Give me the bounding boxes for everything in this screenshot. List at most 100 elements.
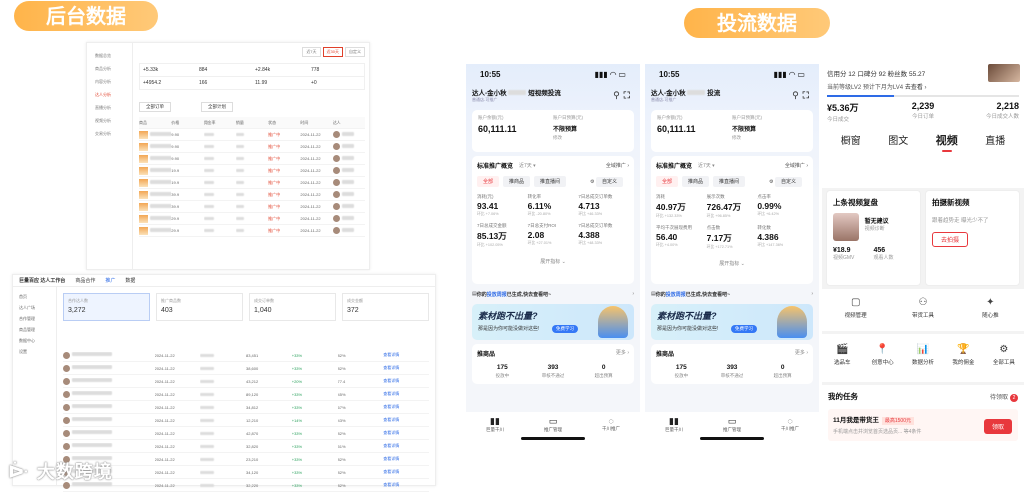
weekly-report-notice[interactable]: ▤ 你的 投放周报 已生成,快去查看吧~ ›	[472, 288, 634, 300]
sidebar-item[interactable]: 首页	[13, 291, 56, 302]
sidebar-item[interactable]: 合作管理	[13, 313, 56, 324]
table-row[interactable]: 9.90 推广中 2024-11-22	[139, 129, 365, 141]
video-review-card[interactable]: 上条视频复盘 暂无建议 视频诊断 ¥18.9 视频GMV 456 观看人数	[826, 190, 921, 286]
rec-stat[interactable]: 393 审核不通过	[528, 364, 579, 379]
tool-item[interactable]: ▢ 视频管理	[822, 297, 889, 331]
chip-product[interactable]: 推商品	[682, 176, 710, 187]
edit-budget-link[interactable]: 修改	[732, 135, 807, 141]
chip-all[interactable]: 全部	[656, 176, 679, 187]
tool-item[interactable]: ⚙ 全部工具	[984, 344, 1024, 382]
claim-button[interactable]: 领取	[983, 419, 1012, 434]
tab-qianchuan[interactable]: ▮▮ 巨量千川	[466, 416, 524, 442]
tab-live[interactable]: 直播	[985, 132, 1005, 152]
expand-metrics[interactable]: 展开指标 ⌄	[477, 258, 629, 265]
promo-banner[interactable]: 素材跑不出量? 那是因为你可能没做对这些! 免费学习	[651, 304, 813, 340]
summary-card[interactable]: 合作达人数 3,272	[63, 293, 150, 321]
all-ads-link[interactable]: 全域推广 ›	[606, 162, 629, 169]
shoot-video-card[interactable]: 拍摄新视频 跟着趋势走 曝光少不了 去拍摄	[925, 190, 1020, 286]
task-claim-link[interactable]: 待领取 2	[990, 392, 1018, 402]
tool-item[interactable]: 📊 数据分析	[903, 344, 943, 382]
tool-item[interactable]: ✦ 随心推	[957, 297, 1024, 331]
sidebar-item[interactable]: 视频分析	[87, 114, 132, 127]
table-row[interactable]: 29.9 推广中 2024-11-22	[139, 213, 365, 225]
detail-link[interactable]: 查看详情	[383, 352, 429, 358]
promo-banner[interactable]: 素材跑不出量? 那是因为你可能没做对这些! 免费学习	[472, 304, 634, 340]
table-row[interactable]: 2024-11-22 23,210 +33% 82% 查看详情	[63, 453, 429, 466]
table-row[interactable]: 2024-11-22 34,812 +33% 67% 查看详情	[63, 401, 429, 414]
rec-stat[interactable]: 0 超出预算	[578, 364, 629, 379]
tab-custom[interactable]: 自定义	[345, 47, 365, 57]
table-row[interactable]: 9.90 推广中 2024-11-22	[139, 153, 365, 165]
tool-item[interactable]: 📍 创意中心	[862, 344, 902, 382]
table-row[interactable]: 39.9 推广中 2024-11-22	[139, 201, 365, 213]
rec-stat[interactable]: 175 投放中	[477, 364, 528, 379]
table-row[interactable]: 2024-11-22 38,600 +33% 82% 查看详情	[63, 362, 429, 375]
tab-promote[interactable]: ◌ 千川推广	[761, 416, 819, 442]
table-row[interactable]: 29.9 推广中 2024-11-22	[139, 225, 365, 237]
detail-link[interactable]: 查看详情	[383, 469, 429, 475]
sidebar-item[interactable]: 数据中心	[13, 335, 56, 346]
customize-button[interactable]: ⚙ 自定义	[584, 176, 629, 187]
tab-promote[interactable]: ◌ 千川推广	[582, 416, 640, 442]
shoot-button[interactable]: 去拍摄	[932, 232, 969, 247]
chip-live[interactable]: 推直播间	[534, 176, 567, 187]
summary-card[interactable]: 成交金额 372	[342, 293, 429, 321]
detail-link[interactable]: 查看详情	[383, 417, 429, 423]
avatar[interactable]	[988, 64, 1020, 82]
tab-qianchuan[interactable]: ▮▮ 巨量千川	[645, 416, 703, 442]
table-row[interactable]: 2024-11-22 83,451 +33% 82% 查看详情	[63, 349, 429, 362]
more-link[interactable]: 更多 ›	[795, 349, 808, 358]
table-row[interactable]: 2024-11-22 32,220 +33% 82% 查看详情	[63, 479, 429, 492]
summary-card[interactable]: 成交订单数 1,040	[249, 293, 336, 321]
table-row[interactable]: 2024-11-22 34,120 +33% 82% 查看详情	[63, 466, 429, 479]
rec-stat[interactable]: 393 审核不通过	[707, 364, 758, 379]
more-link[interactable]: 更多 ›	[616, 349, 629, 358]
chip-product[interactable]: 推商品	[503, 176, 531, 187]
detail-link[interactable]: 查看详情	[383, 404, 429, 410]
summary-card[interactable]: 推广商品数 403	[156, 293, 243, 321]
tool-item[interactable]: 🎬 选品车	[822, 344, 862, 382]
top-tab[interactable]: 推广	[105, 277, 115, 284]
sidebar-item[interactable]: 数据总览	[87, 49, 132, 62]
period-select[interactable]: 近7天 ▾	[698, 162, 715, 169]
learn-button[interactable]: 免费学习	[552, 325, 578, 333]
tab-showcase[interactable]: 橱窗	[841, 132, 861, 152]
top-tab[interactable]: 数据	[125, 277, 135, 284]
table-row[interactable]: 2024-11-22 89,120 +33% 45% 查看详情	[63, 388, 429, 401]
expand-metrics[interactable]: 展开指标 ⌄	[656, 260, 808, 267]
customize-button[interactable]: ⚙ 自定义	[763, 176, 808, 187]
detail-link[interactable]: 查看详情	[383, 482, 429, 488]
sidebar-item[interactable]: 内容分析	[87, 75, 132, 88]
table-row[interactable]: 39.9 推广中 2024-11-22	[139, 189, 365, 201]
table-row[interactable]: 19.9 推广中 2024-11-22	[139, 177, 365, 189]
sidebar-item[interactable]: 交易分析	[87, 127, 132, 140]
detail-link[interactable]: 查看详情	[383, 378, 429, 384]
tab-7d[interactable]: 近7天	[302, 47, 321, 57]
detail-link[interactable]: 查看详情	[383, 365, 429, 371]
chip-all[interactable]: 全部	[477, 176, 500, 187]
weekly-report-notice[interactable]: ▤ 你的 投放周报 已生成,快去查看吧~ ›	[651, 288, 813, 300]
all-ads-link[interactable]: 全域推广 ›	[785, 162, 808, 169]
detail-link[interactable]: 查看详情	[383, 391, 429, 397]
tab-graphic[interactable]: 图文	[888, 132, 908, 152]
edit-budget-link[interactable]: 修改	[553, 135, 628, 141]
table-row[interactable]: 19.9 推广中 2024-11-22	[139, 165, 365, 177]
view-level-link[interactable]: 去查看	[905, 85, 923, 91]
sidebar-item[interactable]: 达人广场	[13, 302, 56, 313]
table-row[interactable]: 2024-11-22 43,212 +20% 77.4 查看详情	[63, 375, 429, 388]
sidebar-item[interactable]: 商品分析	[87, 62, 132, 75]
order-filter[interactable]: 全部订单	[139, 102, 171, 112]
detail-link[interactable]: 查看详情	[383, 443, 429, 449]
detail-link[interactable]: 查看详情	[383, 456, 429, 462]
chip-live[interactable]: 推直播间	[713, 176, 746, 187]
tab-30d[interactable]: 近30天	[322, 47, 343, 57]
tool-item[interactable]: ⚇ 带货工具	[889, 297, 956, 331]
sidebar-item[interactable]: 达人分析	[87, 88, 132, 101]
top-tab[interactable]: 商品合作	[75, 277, 95, 284]
learn-button[interactable]: 免费学习	[731, 325, 757, 333]
sidebar-item[interactable]: 设置	[13, 346, 56, 357]
tool-item[interactable]: 🏆 我的佣金	[943, 344, 983, 382]
table-row[interactable]: 9.90 推广中 2024-11-22	[139, 141, 365, 153]
sidebar-item[interactable]: 商品管理	[13, 324, 56, 335]
rec-stat[interactable]: 0 超出预算	[757, 364, 808, 379]
